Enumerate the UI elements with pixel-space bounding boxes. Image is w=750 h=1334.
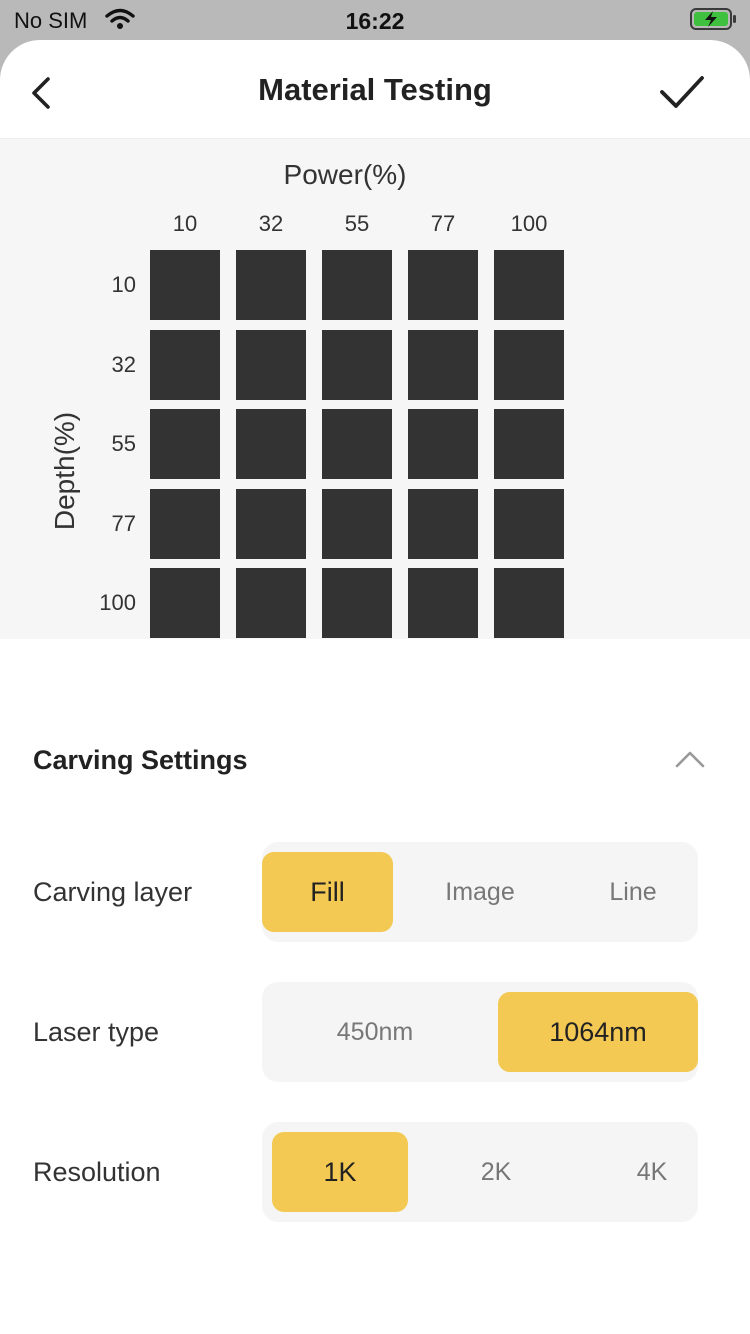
test-grid-cell xyxy=(408,330,478,400)
depth-row-label: 77 xyxy=(111,511,136,536)
test-grid-cell xyxy=(150,250,220,320)
depth-row-label: 32 xyxy=(111,352,136,377)
test-grid-cell xyxy=(236,489,306,559)
laser-type-selector: 450nm 1064nm xyxy=(262,982,698,1082)
power-column-label: 32 xyxy=(258,211,284,236)
test-grid-cell xyxy=(322,409,392,479)
carving-settings-title: Carving Settings xyxy=(33,745,248,775)
test-grid-cell xyxy=(236,409,306,479)
depth-row-label: 55 xyxy=(111,431,136,456)
carving-layer-option-fill[interactable]: Fill xyxy=(262,852,393,932)
resolution-option-4k[interactable]: 4K xyxy=(584,1132,720,1212)
test-grid-preview: Power(%) Depth(%) 10 32 55 77 100 10 32 55 77 100 xyxy=(0,139,750,639)
page-title: Material Testing xyxy=(258,72,492,107)
power-column-label: 55 xyxy=(344,211,370,236)
resolution-label: Resolution xyxy=(33,1157,161,1187)
test-grid-cell xyxy=(150,409,220,479)
clock: 16:22 xyxy=(345,8,405,34)
test-grid-cell xyxy=(408,568,478,638)
depth-row-label: 100 xyxy=(99,590,136,615)
resolution-selector: 1K 2K 4K xyxy=(262,1122,698,1222)
test-grid-cell xyxy=(150,330,220,400)
test-grid-cell xyxy=(408,409,478,479)
laser-type-option-1064nm[interactable]: 1064nm xyxy=(498,992,698,1072)
laser-type-label: Laser type xyxy=(33,1017,160,1047)
carving-layer-selector: Fill Image Line xyxy=(262,842,698,942)
test-grid-cell xyxy=(150,489,220,559)
carving-layer-label: Carving layer xyxy=(33,877,193,907)
power-column-label: 100 xyxy=(510,211,548,236)
power-axis-label: Power(%) xyxy=(283,159,407,190)
test-grid-cell xyxy=(150,568,220,638)
test-grid-cell xyxy=(322,568,392,638)
test-grid-cell xyxy=(322,330,392,400)
confirm-button[interactable] xyxy=(656,70,708,114)
carving-layer-option-line[interactable]: Line xyxy=(568,852,698,932)
test-grid-cell xyxy=(494,489,564,559)
power-column-label: 10 xyxy=(172,211,198,236)
test-grid-cell xyxy=(494,568,564,638)
depth-axis-label: Depth(%) xyxy=(49,411,80,531)
test-grid-cell xyxy=(236,330,306,400)
test-grid-cell xyxy=(322,250,392,320)
test-grid-cell xyxy=(494,409,564,479)
material-testing-sheet: Material Testing Power(%) Depth(%) 10 32 5… xyxy=(0,40,750,1334)
test-grid-cell xyxy=(408,489,478,559)
chevron-up-icon[interactable] xyxy=(674,744,706,774)
power-column-label: 77 xyxy=(430,211,456,236)
test-grid-cell xyxy=(322,489,392,559)
test-grid-cell xyxy=(494,330,564,400)
carving-layer-option-image[interactable]: Image xyxy=(415,852,545,932)
battery-charging-icon xyxy=(690,8,736,30)
test-grid-cell xyxy=(236,250,306,320)
nav-bar: Material Testing xyxy=(0,40,750,139)
test-grid-cell xyxy=(408,250,478,320)
laser-type-option-450nm[interactable]: 450nm xyxy=(272,992,478,1072)
test-grid-cell xyxy=(236,568,306,638)
depth-row-label: 10 xyxy=(111,272,136,297)
test-grid-cell xyxy=(494,250,564,320)
resolution-option-1k[interactable]: 1K xyxy=(272,1132,408,1212)
status-bar: No SIM 16:22 xyxy=(0,0,750,40)
resolution-option-2k[interactable]: 2K xyxy=(428,1132,564,1212)
